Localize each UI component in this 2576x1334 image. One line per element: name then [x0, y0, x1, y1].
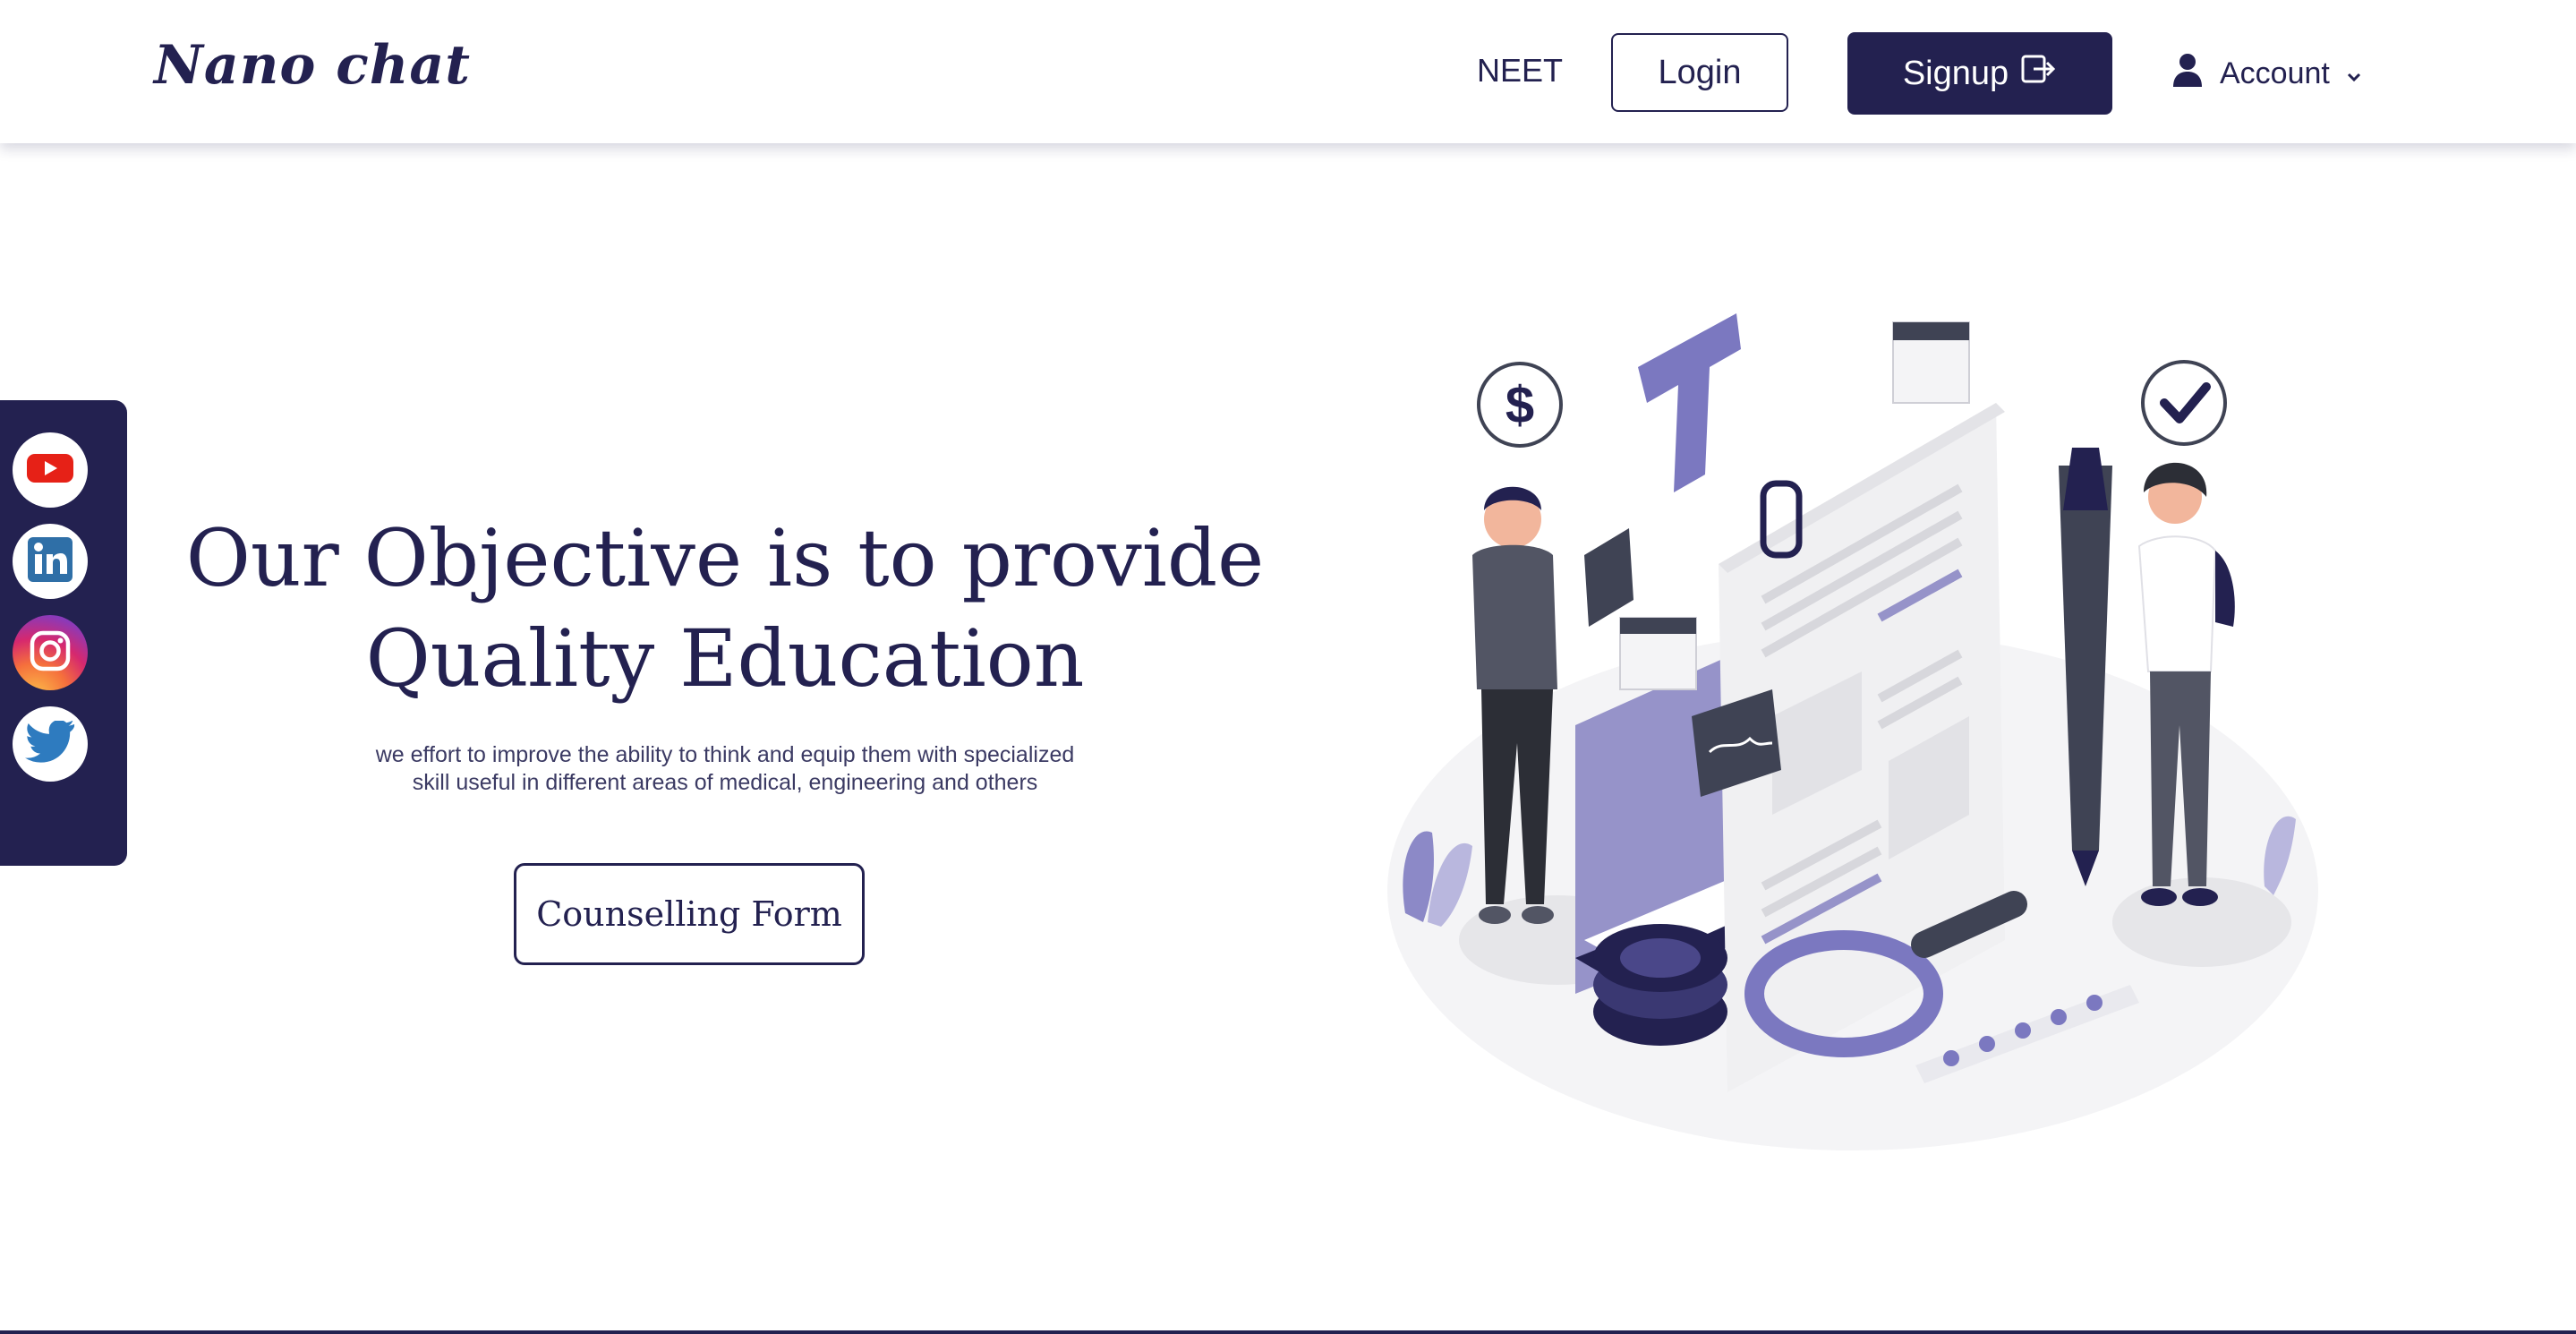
hero-title-line-2: Quality Education [365, 612, 1085, 705]
chevron-down-icon [2346, 56, 2362, 91]
hero-title: Our Objective is to provide Quality Educ… [170, 509, 1280, 709]
hero-subtitle: we effort to improve the ability to thin… [331, 741, 1119, 797]
instagram-icon [27, 628, 73, 679]
linkedin-icon [26, 535, 74, 588]
user-icon [2171, 52, 2204, 96]
svg-text:$: $ [1506, 376, 1534, 434]
hero-title-line-1: Our Objective is to provide [185, 512, 1265, 604]
login-button[interactable]: Login [1611, 33, 1788, 112]
youtube-link[interactable] [13, 432, 88, 508]
navbar: Nano chat NEET Login Signup Account [0, 0, 2576, 143]
linkedin-link[interactable] [13, 524, 88, 599]
account-menu[interactable]: Account [2171, 52, 2362, 96]
youtube-icon [25, 450, 75, 491]
hero-subtitle-line-1: we effort to improve the ability to thin… [375, 742, 1075, 767]
signup-label: Signup [1902, 54, 2009, 92]
sign-in-arrow-icon [2021, 53, 2057, 94]
twitter-link[interactable] [13, 706, 88, 782]
instagram-link[interactable] [13, 615, 88, 690]
hero-illustration: $ [1378, 295, 2327, 1164]
twitter-icon [25, 719, 75, 768]
account-label: Account [2220, 56, 2330, 90]
signup-button[interactable]: Signup [1847, 32, 2112, 115]
counselling-form-button[interactable]: Counselling Form [514, 863, 865, 965]
brand-logo[interactable]: Nano chat [154, 34, 471, 97]
footer-divider [0, 1330, 2576, 1334]
social-sidebar [0, 400, 127, 866]
hero-subtitle-line-2: skill useful in different areas of medic… [412, 770, 1038, 795]
nav-link-neet[interactable]: NEET [1477, 52, 1563, 90]
